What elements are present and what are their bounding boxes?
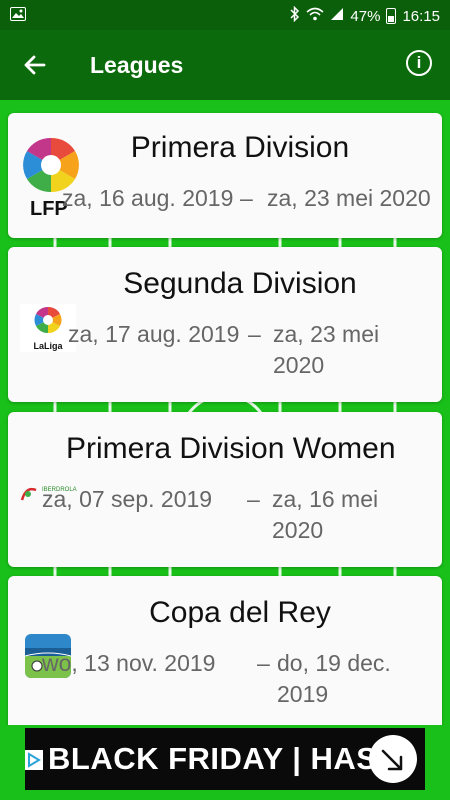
app-bar: Leagues i xyxy=(0,30,450,100)
battery-percent: 47% xyxy=(350,7,381,25)
league-start-date: za, 07 sep. 2019 xyxy=(42,486,213,512)
date-separator: – xyxy=(257,650,270,676)
league-name: Segunda Division xyxy=(123,267,357,300)
ad-text: BLACK FRIDAY | HAS xyxy=(48,741,378,776)
league-start-date: za, 16 aug. 2019 xyxy=(62,185,234,211)
wifi-icon xyxy=(306,7,324,25)
date-separator: – xyxy=(247,486,260,512)
league-name: Copa del Rey xyxy=(149,596,331,629)
status-bar: 47% 16:15 xyxy=(0,0,450,30)
league-start-date: wo, 13 nov. 2019 xyxy=(42,650,216,676)
ad-arrow-icon[interactable] xyxy=(369,735,417,783)
league-card-copa-del-rey[interactable]: Copa del Rey wo, 13 nov. 2019 – do, 19 d… xyxy=(8,576,442,725)
league-start-date: za, 17 aug. 2019 xyxy=(68,321,240,347)
clock: 16:15 xyxy=(402,7,440,25)
pitch-background: LFP Primera Division za, 16 aug. 2019 – … xyxy=(0,100,450,725)
league-end-date: za, 23 mei 2020 xyxy=(267,185,431,211)
league-end-date: za, 16 mei 2020 xyxy=(272,486,379,543)
info-button[interactable]: i xyxy=(406,50,432,76)
date-separator: – xyxy=(248,321,261,347)
page-title: Leagues xyxy=(90,52,184,78)
league-name: Primera Division xyxy=(130,131,350,164)
league-end-date: do, 19 dec. 2019 xyxy=(277,650,391,707)
bluetooth-icon xyxy=(290,5,300,26)
league-name: Primera Division Women xyxy=(66,432,396,465)
back-button[interactable] xyxy=(20,50,50,80)
league-card-primera-division-women[interactable]: IBERDROLA Primera Division Women za, 07 … xyxy=(8,412,442,567)
ad-banner[interactable]: BLACK FRIDAY | HAS xyxy=(25,728,425,790)
back-arrow-icon xyxy=(24,55,46,75)
league-card-primera-division[interactable]: LFP Primera Division za, 16 aug. 2019 – … xyxy=(8,113,442,238)
battery-icon xyxy=(386,8,397,24)
league-end-date: za, 23 mei 2020 xyxy=(273,321,380,378)
date-separator: – xyxy=(240,185,253,211)
signal-icon xyxy=(330,7,344,25)
league-card-segunda-division[interactable]: LaLiga Segunda Division za, 17 aug. 2019… xyxy=(8,247,442,402)
ad-choices-icon[interactable] xyxy=(25,750,43,770)
info-icon: i xyxy=(416,53,422,72)
gallery-notification-icon xyxy=(10,7,26,25)
